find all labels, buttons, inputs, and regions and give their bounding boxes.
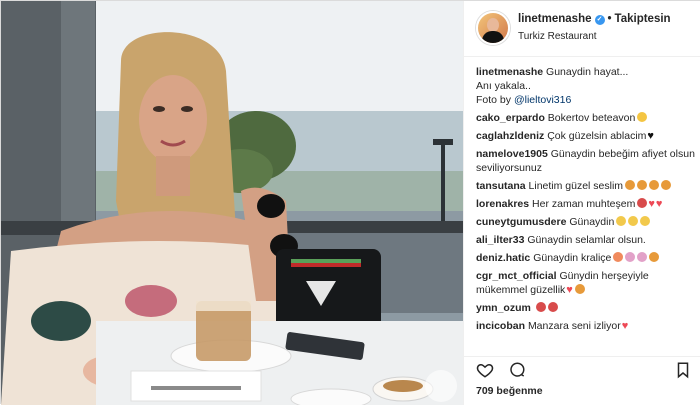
clap-emoji-icon: [649, 252, 660, 262]
comment-text: Günaydin: [569, 216, 615, 228]
comment-username[interactable]: ali_ilter33: [476, 234, 524, 246]
sun-emoji-icon: [640, 216, 651, 226]
side-panel: linetmenashe ✓ • Takiptesin Turkiz Restaura…: [463, 1, 700, 405]
photo-illustration: [1, 1, 463, 405]
heart-emoji-icon: ♥: [566, 284, 573, 296]
clap-emoji-icon: [637, 180, 648, 190]
separator-dot: •: [607, 13, 612, 25]
comment-username[interactable]: caglahzldeniz: [476, 130, 544, 142]
comment: cgr_mct_official Günydin herşeyiyle müke…: [476, 269, 696, 297]
comment-username[interactable]: cgr_mct_official: [476, 270, 557, 282]
comment: ali_ilter33 Günaydin selamlar olsun.: [476, 233, 696, 247]
heart-eyes-emoji-icon: [613, 252, 624, 262]
heart-emoji-icon: ♥: [648, 198, 655, 210]
comment-text: Günaydin selamlar olsun.: [527, 234, 646, 246]
clap-emoji-icon: [625, 180, 636, 190]
comment-icon[interactable]: [508, 361, 526, 379]
avatar-face: [487, 18, 499, 32]
comment-username[interactable]: incicoban: [476, 320, 525, 332]
comment-text: Günaydin kraliçe: [533, 252, 612, 264]
caption-mention-link[interactable]: @lieltovi316: [514, 94, 571, 106]
action-bar: [464, 356, 700, 380]
comment: tansutana Linetim güzel seslim: [476, 179, 696, 193]
post-username[interactable]: linetmenashe: [518, 13, 592, 25]
comment-username[interactable]: tansutana: [476, 180, 526, 192]
smile-emoji-icon: [637, 112, 648, 122]
comment-username[interactable]: cako_erpardo: [476, 112, 545, 124]
rose-emoji-icon: [637, 198, 648, 208]
comment: ymn_ozum: [476, 301, 696, 315]
comment-text: Bokertov beteavon: [547, 112, 636, 124]
flower-emoji-icon: [637, 252, 648, 262]
caption-username[interactable]: linetmenashe: [476, 66, 543, 78]
post-photo[interactable]: [1, 1, 463, 405]
comment: deniz.hatic Günaydin kraliçe: [476, 251, 696, 265]
verified-badge-icon: ✓: [594, 15, 605, 25]
comment: namelove1905 Günaydin bebeğim afiyet ols…: [476, 147, 696, 175]
comment-text: Çok güzelsin ablacim: [547, 130, 647, 142]
follow-status-button[interactable]: Takiptesin: [615, 13, 671, 25]
caption-line2: Anı yakala..: [476, 80, 531, 92]
comment: cuneytgumusdere Günaydin: [476, 215, 696, 229]
sun-emoji-icon: [628, 216, 639, 226]
comments-list[interactable]: linetmenashe Gunaydin hayat... Anı yakal…: [476, 65, 696, 355]
comment-text: Her zaman muhteşem: [532, 198, 636, 210]
comment-username[interactable]: ymn_ozum: [476, 302, 531, 314]
rose-emoji-icon: [547, 302, 558, 312]
rose-emoji-icon: [535, 302, 546, 312]
comment-username[interactable]: lorenakres: [476, 198, 529, 210]
flower-emoji-icon: [625, 252, 636, 262]
clap-emoji-icon: [661, 180, 672, 190]
header-username-row: linetmenashe ✓ • Takiptesin: [518, 13, 671, 25]
post-location[interactable]: Turkiz Restaurant: [518, 31, 597, 42]
comment-username[interactable]: deniz.hatic: [476, 252, 530, 264]
heart-emoji-icon: ♥: [655, 198, 663, 210]
post-frame: linetmenashe ✓ • Takiptesin Turkiz Restaura…: [0, 0, 700, 405]
comment: lorenakres Her zaman muhteşem ♥♥: [476, 197, 696, 211]
avatar[interactable]: [476, 11, 510, 45]
avatar-body: [482, 31, 504, 43]
post-header: linetmenashe ✓ • Takiptesin Turkiz Restaura…: [464, 1, 700, 57]
caption: linetmenashe Gunaydin hayat... Anı yakal…: [476, 65, 696, 107]
likes-count[interactable]: 709 beğenme: [476, 385, 543, 397]
comment-text: Manzara seni izliyor: [527, 320, 621, 332]
comment: incicoban Manzara seni izliyor♥: [476, 319, 696, 333]
sun-emoji-icon: [616, 216, 627, 226]
comment-username[interactable]: cuneytgumusdere: [476, 216, 566, 228]
caption-line1: Gunaydin hayat...: [546, 66, 629, 78]
comment-username[interactable]: namelove1905: [476, 148, 548, 160]
heart-icon[interactable]: [476, 361, 494, 379]
bookmark-icon[interactable]: [674, 361, 692, 379]
comment-text: Linetim güzel seslim: [528, 180, 624, 192]
clap-emoji-icon: [649, 180, 660, 190]
comment: cako_erpardo Bokertov beteavon: [476, 111, 696, 125]
heart-emoji-icon: ♥: [621, 320, 629, 332]
black-heart-emoji-icon: ♥: [647, 130, 654, 142]
caption-photo-by: Foto by: [476, 94, 512, 106]
comment: caglahzldeniz Çok güzelsin ablacim♥: [476, 129, 696, 143]
clap-emoji-icon: [574, 284, 585, 294]
